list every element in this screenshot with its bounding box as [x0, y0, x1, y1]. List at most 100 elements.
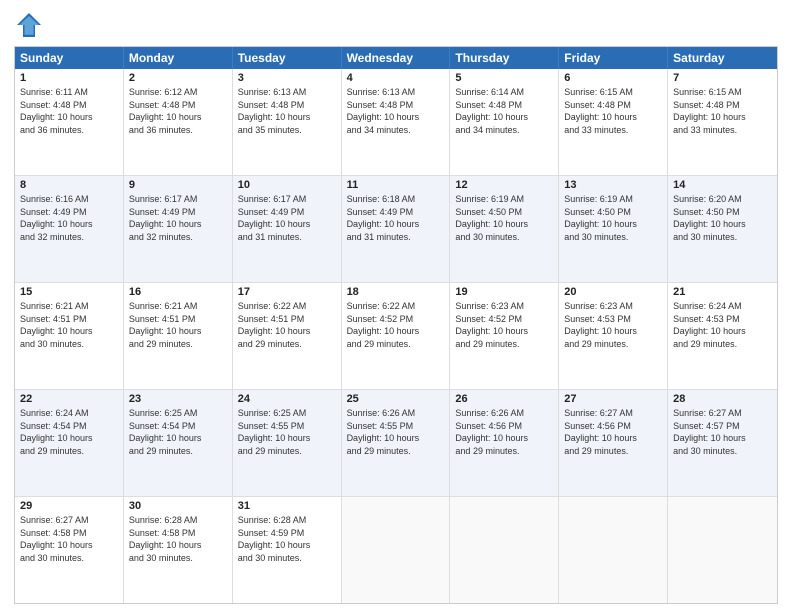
- day-cell: 3Sunrise: 6:13 AM Sunset: 4:48 PM Daylig…: [233, 69, 342, 175]
- calendar-row: 22 Sunrise: 6:24 AM Sunset: 4:54 PM Dayli…: [15, 389, 777, 496]
- day-number: 1: [20, 72, 118, 84]
- day-number: 10: [238, 179, 336, 191]
- day-cell: 9 Sunrise: 6:17 AM Sunset: 4:49 PM Daylig…: [124, 176, 233, 282]
- day-cell: 30 Sunrise: 6:28 AM Sunset: 4:58 PM Dayli…: [124, 497, 233, 603]
- day-number: 25: [347, 393, 445, 405]
- day-cell: 16 Sunrise: 6:21 AM Sunset: 4:51 PM Dayli…: [124, 283, 233, 389]
- header-cell-wednesday: Wednesday: [342, 47, 451, 69]
- day-number: 21: [673, 286, 772, 298]
- day-number: 27: [564, 393, 662, 405]
- empty-cell: [342, 497, 451, 603]
- day-number: 14: [673, 179, 772, 191]
- day-cell: 15Sunrise: 6:21 AM Sunset: 4:51 PM Dayli…: [15, 283, 124, 389]
- day-number: 5: [455, 72, 553, 84]
- logo-icon: [14, 10, 44, 40]
- day-info: Sunrise: 6:15 AM Sunset: 4:48 PM Dayligh…: [564, 86, 662, 136]
- day-info: Sunrise: 6:28 AM Sunset: 4:58 PM Dayligh…: [129, 514, 227, 564]
- day-info: Sunrise: 6:16 AM Sunset: 4:49 PM Dayligh…: [20, 193, 118, 243]
- day-number: 23: [129, 393, 227, 405]
- day-number: 6: [564, 72, 662, 84]
- day-info: Sunrise: 6:26 AM Sunset: 4:56 PM Dayligh…: [455, 407, 553, 457]
- day-number: 11: [347, 179, 445, 191]
- day-cell: 29 Sunrise: 6:27 AM Sunset: 4:58 PM Dayli…: [15, 497, 124, 603]
- day-info: Sunrise: 6:14 AM Sunset: 4:48 PM Dayligh…: [455, 86, 553, 136]
- day-number: 30: [129, 500, 227, 512]
- calendar-header: SundayMondayTuesdayWednesdayThursdayFrid…: [15, 47, 777, 69]
- header-cell-friday: Friday: [559, 47, 668, 69]
- day-info: Sunrise: 6:12 AM Sunset: 4:48 PM Dayligh…: [129, 86, 227, 136]
- empty-cell: [559, 497, 668, 603]
- day-cell: 20Sunrise: 6:23 AM Sunset: 4:53 PM Dayli…: [559, 283, 668, 389]
- header-cell-thursday: Thursday: [450, 47, 559, 69]
- day-cell: 4 Sunrise: 6:13 AM Sunset: 4:48 PM Daylig…: [342, 69, 451, 175]
- header-cell-monday: Monday: [124, 47, 233, 69]
- day-cell: 27 Sunrise: 6:27 AM Sunset: 4:56 PM Dayli…: [559, 390, 668, 496]
- day-info: Sunrise: 6:25 AM Sunset: 4:55 PM Dayligh…: [238, 407, 336, 457]
- day-number: 29: [20, 500, 118, 512]
- day-number: 19: [455, 286, 553, 298]
- day-info: Sunrise: 6:23 AM Sunset: 4:52 PM Dayligh…: [455, 300, 553, 350]
- day-cell: 21 Sunrise: 6:24 AM Sunset: 4:53 PM Dayli…: [668, 283, 777, 389]
- day-number: 9: [129, 179, 227, 191]
- day-info: Sunrise: 6:11 AM Sunset: 4:48 PM Dayligh…: [20, 86, 118, 136]
- calendar-body: 1 Sunrise: 6:11 AM Sunset: 4:48 PM Daylig…: [15, 69, 777, 603]
- day-info: Sunrise: 6:13 AM Sunset: 4:48 PM Dayligh…: [238, 86, 336, 136]
- day-info: Sunrise: 6:26 AM Sunset: 4:55 PM Dayligh…: [347, 407, 445, 457]
- header-cell-tuesday: Tuesday: [233, 47, 342, 69]
- day-cell: 22 Sunrise: 6:24 AM Sunset: 4:54 PM Dayli…: [15, 390, 124, 496]
- day-cell: 25 Sunrise: 6:26 AM Sunset: 4:55 PM Dayli…: [342, 390, 451, 496]
- day-cell: 23 Sunrise: 6:25 AM Sunset: 4:54 PM Dayli…: [124, 390, 233, 496]
- day-cell: 14 Sunrise: 6:20 AM Sunset: 4:50 PM Dayli…: [668, 176, 777, 282]
- day-info: Sunrise: 6:13 AM Sunset: 4:48 PM Dayligh…: [347, 86, 445, 136]
- day-info: Sunrise: 6:24 AM Sunset: 4:53 PM Dayligh…: [673, 300, 772, 350]
- day-info: Sunrise: 6:15 AM Sunset: 4:48 PM Dayligh…: [673, 86, 772, 136]
- day-cell: 11 Sunrise: 6:18 AM Sunset: 4:49 PM Dayli…: [342, 176, 451, 282]
- day-cell: 13 Sunrise: 6:19 AM Sunset: 4:50 PM Dayli…: [559, 176, 668, 282]
- calendar-row: 1 Sunrise: 6:11 AM Sunset: 4:48 PM Daylig…: [15, 69, 777, 175]
- calendar-row: 15Sunrise: 6:21 AM Sunset: 4:51 PM Dayli…: [15, 282, 777, 389]
- day-cell: 2Sunrise: 6:12 AM Sunset: 4:48 PM Daylig…: [124, 69, 233, 175]
- day-info: Sunrise: 6:21 AM Sunset: 4:51 PM Dayligh…: [129, 300, 227, 350]
- day-number: 13: [564, 179, 662, 191]
- day-cell: 28Sunrise: 6:27 AM Sunset: 4:57 PM Dayli…: [668, 390, 777, 496]
- day-cell: 18 Sunrise: 6:22 AM Sunset: 4:52 PM Dayli…: [342, 283, 451, 389]
- day-number: 16: [129, 286, 227, 298]
- day-cell: 5 Sunrise: 6:14 AM Sunset: 4:48 PM Daylig…: [450, 69, 559, 175]
- day-info: Sunrise: 6:18 AM Sunset: 4:49 PM Dayligh…: [347, 193, 445, 243]
- calendar: SundayMondayTuesdayWednesdayThursdayFrid…: [14, 46, 778, 604]
- calendar-row: 29 Sunrise: 6:27 AM Sunset: 4:58 PM Dayli…: [15, 496, 777, 603]
- day-number: 22: [20, 393, 118, 405]
- day-number: 17: [238, 286, 336, 298]
- empty-cell: [450, 497, 559, 603]
- day-number: 28: [673, 393, 772, 405]
- day-number: 7: [673, 72, 772, 84]
- page: SundayMondayTuesdayWednesdayThursdayFrid…: [0, 0, 792, 612]
- day-info: Sunrise: 6:22 AM Sunset: 4:52 PM Dayligh…: [347, 300, 445, 350]
- day-number: 4: [347, 72, 445, 84]
- day-number: 12: [455, 179, 553, 191]
- day-info: Sunrise: 6:19 AM Sunset: 4:50 PM Dayligh…: [455, 193, 553, 243]
- empty-cell: [668, 497, 777, 603]
- day-info: Sunrise: 6:21 AM Sunset: 4:51 PM Dayligh…: [20, 300, 118, 350]
- day-cell: 24 Sunrise: 6:25 AM Sunset: 4:55 PM Dayli…: [233, 390, 342, 496]
- day-info: Sunrise: 6:25 AM Sunset: 4:54 PM Dayligh…: [129, 407, 227, 457]
- day-cell: 10Sunrise: 6:17 AM Sunset: 4:49 PM Dayli…: [233, 176, 342, 282]
- day-number: 18: [347, 286, 445, 298]
- day-info: Sunrise: 6:19 AM Sunset: 4:50 PM Dayligh…: [564, 193, 662, 243]
- day-cell: 6 Sunrise: 6:15 AM Sunset: 4:48 PM Daylig…: [559, 69, 668, 175]
- day-info: Sunrise: 6:23 AM Sunset: 4:53 PM Dayligh…: [564, 300, 662, 350]
- day-number: 26: [455, 393, 553, 405]
- day-number: 24: [238, 393, 336, 405]
- header-cell-saturday: Saturday: [668, 47, 777, 69]
- day-cell: 7 Sunrise: 6:15 AM Sunset: 4:48 PM Daylig…: [668, 69, 777, 175]
- day-info: Sunrise: 6:24 AM Sunset: 4:54 PM Dayligh…: [20, 407, 118, 457]
- day-info: Sunrise: 6:20 AM Sunset: 4:50 PM Dayligh…: [673, 193, 772, 243]
- calendar-row: 8Sunrise: 6:16 AM Sunset: 4:49 PM Daylig…: [15, 175, 777, 282]
- day-info: Sunrise: 6:27 AM Sunset: 4:58 PM Dayligh…: [20, 514, 118, 564]
- day-cell: 31Sunrise: 6:28 AM Sunset: 4:59 PM Dayli…: [233, 497, 342, 603]
- day-cell: 19 Sunrise: 6:23 AM Sunset: 4:52 PM Dayli…: [450, 283, 559, 389]
- day-info: Sunrise: 6:28 AM Sunset: 4:59 PM Dayligh…: [238, 514, 336, 564]
- day-info: Sunrise: 6:17 AM Sunset: 4:49 PM Dayligh…: [129, 193, 227, 243]
- day-cell: 17Sunrise: 6:22 AM Sunset: 4:51 PM Dayli…: [233, 283, 342, 389]
- day-info: Sunrise: 6:27 AM Sunset: 4:56 PM Dayligh…: [564, 407, 662, 457]
